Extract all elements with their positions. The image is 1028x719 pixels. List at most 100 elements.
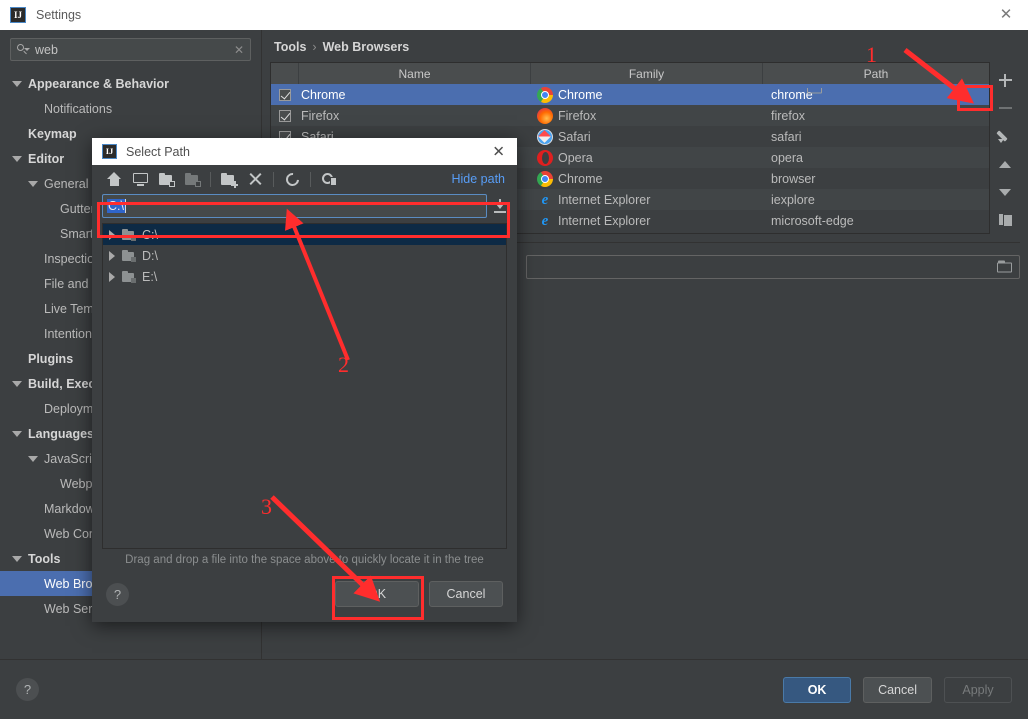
browse-path-folder-icon[interactable] xyxy=(806,87,823,95)
close-icon[interactable]: ✕ xyxy=(998,7,1014,23)
sidebar-item-label: General xyxy=(44,176,89,191)
move-down-icon[interactable] xyxy=(991,178,1019,206)
folder-icon[interactable] xyxy=(997,260,1013,274)
chevron-right-icon[interactable] xyxy=(109,271,115,282)
sidebar-item-label: Intentions xyxy=(44,326,99,341)
chevron-down-icon[interactable] xyxy=(28,455,38,462)
ok-button[interactable]: OK xyxy=(783,676,852,703)
add-icon[interactable] xyxy=(991,66,1019,94)
delete-icon[interactable] xyxy=(243,168,267,190)
settings-title: Settings xyxy=(36,8,82,22)
row-checkbox[interactable] xyxy=(279,88,291,101)
copy-icon[interactable] xyxy=(991,206,1019,234)
file-tree-node-label: E:\ xyxy=(142,269,158,284)
file-tree-node[interactable]: C:\ xyxy=(103,224,506,245)
browser-path-cell[interactable]: firefox xyxy=(763,109,989,123)
browser-family-cell[interactable]: Firefox xyxy=(531,107,763,124)
chevron-down-icon[interactable] xyxy=(12,430,22,437)
refresh-icon[interactable] xyxy=(280,168,304,190)
hide-path-link[interactable]: Hide path xyxy=(451,172,505,186)
sidebar-item-appearance-behavior[interactable]: Appearance & Behavior xyxy=(0,71,261,96)
file-tree-node[interactable]: E:\ xyxy=(103,266,506,287)
sidebar-item-label: Tools xyxy=(28,551,61,566)
browser-family-cell[interactable]: Chrome xyxy=(531,86,763,103)
clear-search-icon[interactable]: ✕ xyxy=(234,44,244,56)
desktop-icon[interactable] xyxy=(128,168,152,190)
move-up-icon[interactable] xyxy=(991,150,1019,178)
browser-path-cell[interactable]: microsoft-edge xyxy=(763,214,989,228)
column-header-name[interactable]: Name xyxy=(299,63,531,84)
row-checkbox[interactable] xyxy=(279,109,291,122)
select-path-ok-button[interactable]: OK xyxy=(335,581,419,607)
settings-footer: ? OK Cancel Apply xyxy=(0,659,1028,719)
browser-path-input[interactable] xyxy=(526,255,1020,279)
apply-button[interactable]: Apply xyxy=(944,676,1012,703)
sidebar-item-notifications[interactable]: Notifications xyxy=(0,96,261,121)
column-header-checkbox[interactable] xyxy=(271,63,299,84)
chrome-icon xyxy=(537,86,553,103)
sidebar-item-label: Keymap xyxy=(28,126,77,141)
browser-path-cell[interactable]: browser xyxy=(763,172,989,186)
select-path-input-row: C:\ xyxy=(102,193,507,219)
browser-family-cell[interactable]: e Internet Explorer xyxy=(531,192,763,208)
chevron-down-icon[interactable] xyxy=(12,555,22,562)
search-icon xyxy=(17,43,30,56)
browser-path-label: iexplore xyxy=(771,192,815,207)
insert-path-icon[interactable] xyxy=(493,199,507,213)
search-value: web xyxy=(35,42,58,57)
browser-path-label: microsoft-edge xyxy=(771,213,854,228)
column-header-path[interactable]: Path xyxy=(763,63,989,84)
browser-family-label: Firefox xyxy=(558,108,597,123)
path-input[interactable]: C:\ xyxy=(102,194,487,218)
chevron-down-icon[interactable] xyxy=(12,155,22,162)
drive-folder-icon xyxy=(122,270,136,283)
chrome-icon xyxy=(537,170,553,187)
remove-icon[interactable] xyxy=(991,94,1019,122)
file-tree[interactable]: C:\ D:\ E:\ xyxy=(102,223,507,549)
chevron-right-icon[interactable] xyxy=(109,229,115,240)
close-icon[interactable]: ✕ xyxy=(492,144,505,159)
breadcrumb-parent[interactable]: Tools xyxy=(274,40,306,54)
browser-path-cell[interactable]: iexplore xyxy=(763,193,989,207)
row-enabled-cell[interactable] xyxy=(271,109,299,122)
browser-name-cell[interactable]: Firefox xyxy=(299,109,531,123)
browser-family-cell[interactable]: Chrome xyxy=(531,170,763,187)
edit-icon[interactable] xyxy=(991,122,1019,150)
new-folder-icon[interactable] xyxy=(217,168,241,190)
chevron-down-icon[interactable] xyxy=(28,180,38,187)
select-path-cancel-button[interactable]: Cancel xyxy=(429,581,503,607)
search-input[interactable]: web ✕ xyxy=(10,38,251,61)
table-row[interactable]: Firefox Firefox firefox xyxy=(271,105,989,126)
firefox-icon xyxy=(537,107,553,124)
browser-family-cell[interactable]: e Internet Explorer xyxy=(531,213,763,229)
show-hidden-files-icon[interactable] xyxy=(317,168,341,190)
browser-family-label: Chrome xyxy=(558,171,603,186)
module-folder-icon[interactable] xyxy=(180,168,204,190)
browser-path-cell[interactable]: safari xyxy=(763,130,989,144)
select-path-footer: ? OK Cancel xyxy=(92,566,517,622)
browser-name-cell[interactable]: Chrome xyxy=(299,88,531,102)
toolbar-separator xyxy=(310,171,311,187)
table-row[interactable]: Chrome Chrome chrome xyxy=(271,84,989,105)
project-folder-icon[interactable] xyxy=(154,168,178,190)
browser-family-cell[interactable]: Opera xyxy=(531,149,763,166)
sidebar-item-label: Notifications xyxy=(44,101,113,116)
help-icon[interactable]: ? xyxy=(106,582,129,606)
drive-folder-icon xyxy=(122,228,136,241)
cancel-button[interactable]: Cancel xyxy=(863,676,932,703)
row-enabled-cell[interactable] xyxy=(271,88,299,101)
browser-family-label: Opera xyxy=(558,150,593,165)
browser-family-cell[interactable]: Safari xyxy=(531,128,763,145)
chevron-down-icon[interactable] xyxy=(12,80,22,87)
home-icon[interactable] xyxy=(102,168,126,190)
browser-path-cell[interactable]: chrome xyxy=(763,87,989,102)
search-row: web ✕ xyxy=(0,30,261,67)
chevron-down-icon[interactable] xyxy=(12,380,22,387)
help-icon[interactable]: ? xyxy=(16,678,39,701)
file-tree-node[interactable]: D:\ xyxy=(103,245,506,266)
breadcrumb-current: Web Browsers xyxy=(322,40,410,54)
browser-path-cell[interactable]: opera xyxy=(763,151,989,165)
chevron-right-icon[interactable] xyxy=(109,250,115,261)
ie-icon: e xyxy=(541,191,549,208)
column-header-family[interactable]: Family xyxy=(531,63,763,84)
